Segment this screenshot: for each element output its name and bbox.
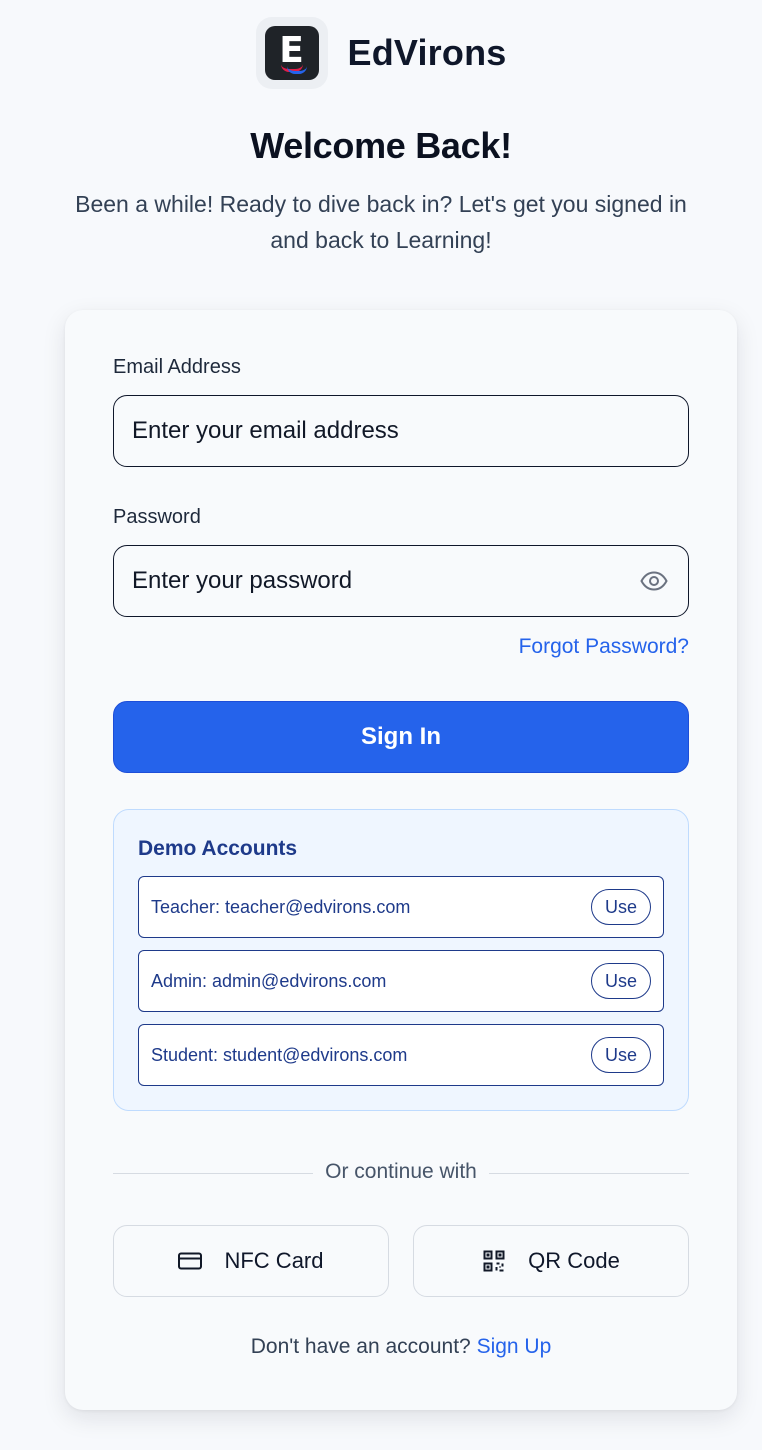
demo-account-text: Teacher: teacher@edvirons.com xyxy=(151,896,411,917)
credit-card-icon xyxy=(178,1249,203,1273)
password-field[interactable] xyxy=(113,545,689,617)
use-admin-button[interactable]: Use xyxy=(591,963,651,999)
divider: Or continue with xyxy=(65,1160,737,1184)
demo-accounts-title: Demo Accounts xyxy=(138,837,298,860)
logo-mark-icon: E xyxy=(264,26,319,80)
qr-code-icon xyxy=(482,1249,506,1273)
demo-account-row-teacher: Teacher: teacher@edvirons.com Use xyxy=(138,876,664,938)
divider-text: Or continue with xyxy=(313,1160,489,1183)
brand-header: E EdVirons xyxy=(0,17,762,89)
sign-up-link[interactable]: Sign Up xyxy=(477,1335,552,1358)
brand-logo: E xyxy=(255,17,328,89)
forgot-password-link[interactable]: Forgot Password? xyxy=(519,635,689,659)
demo-account-text: Admin: admin@edvirons.com xyxy=(151,970,387,991)
qr-code-label: QR Code xyxy=(528,1248,620,1273)
demo-account-row-student: Student: student@edvirons.com Use xyxy=(138,1024,664,1086)
demo-accounts-panel: Demo Accounts Teacher: teacher@edvirons.… xyxy=(113,809,689,1111)
sign-in-button[interactable]: Sign In xyxy=(113,701,689,773)
signup-prompt-text: Don't have an account? xyxy=(250,1335,471,1358)
use-student-button[interactable]: Use xyxy=(591,1037,651,1073)
email-field[interactable] xyxy=(113,395,689,467)
login-page: E EdVirons Welcome Back! Been a while! R… xyxy=(0,0,762,1450)
login-card: Email Address Password Forgot Password? … xyxy=(65,310,737,1410)
page-subtitle: Been a while! Ready to dive back in? Let… xyxy=(75,191,687,253)
demo-account-row-admin: Admin: admin@edvirons.com Use xyxy=(138,950,664,1012)
signup-prompt: Don't have an account? Sign Up xyxy=(65,1335,737,1359)
use-teacher-button[interactable]: Use xyxy=(591,889,651,925)
qr-code-button[interactable]: QR Code xyxy=(413,1225,689,1297)
nfc-card-button[interactable]: NFC Card xyxy=(113,1225,389,1297)
demo-account-text: Student: student@edvirons.com xyxy=(151,1044,408,1065)
page-title: Welcome Back! xyxy=(250,125,512,166)
brand-name: EdVirons xyxy=(347,32,507,73)
email-label: Email Address xyxy=(113,356,241,378)
nfc-card-label: NFC Card xyxy=(224,1248,324,1273)
show-password-eye-icon[interactable] xyxy=(639,566,669,596)
password-label: Password xyxy=(113,506,201,528)
